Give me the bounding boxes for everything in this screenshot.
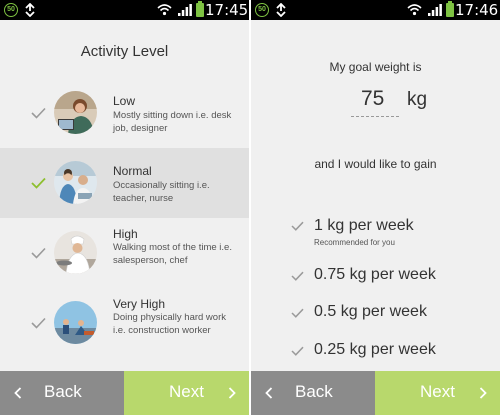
check-icon — [291, 221, 304, 231]
activity-label: High — [113, 227, 138, 241]
avatar — [54, 161, 97, 204]
goal-weight-label: My goal weight is — [329, 60, 422, 74]
activity-description: Mostly sitting down i.e. desk job, desig… — [113, 110, 232, 134]
rate-label: 0.75 kg per week — [314, 266, 436, 283]
activity-option-very-high[interactable]: Very High Doing physically hard work i.e… — [0, 288, 249, 358]
back-label: Back — [44, 382, 82, 401]
goal-weight-unit: kg — [407, 89, 428, 110]
back-button[interactable]: Back — [0, 371, 124, 415]
wifi-icon — [407, 4, 422, 16]
next-label: Next — [169, 382, 204, 401]
back-label: Back — [295, 382, 333, 401]
activity-description: Walking most of the time i.e. salesperso… — [113, 242, 232, 266]
check-icon — [291, 346, 304, 356]
rate-label: 0.25 kg per week — [314, 341, 436, 358]
clock: 17:46 — [455, 1, 499, 19]
check-icon — [31, 107, 46, 119]
activity-description: Occasionally sitting i.e. teacher, nurse — [113, 180, 210, 204]
goal-weight-input[interactable]: 75 — [361, 87, 384, 111]
page-title: Activity Level — [80, 43, 169, 60]
avatar — [54, 231, 97, 274]
avatar — [54, 91, 97, 134]
battery-icon — [446, 1, 454, 17]
chevron-right-icon — [479, 387, 487, 399]
check-icon — [291, 308, 304, 318]
data-saver-icon: 50 — [255, 3, 269, 17]
activity-label: Low — [113, 94, 136, 108]
battery-icon — [196, 1, 204, 17]
activity-option-high[interactable]: High Walking most of the time i.e. sales… — [0, 218, 249, 288]
activity-option-normal[interactable]: Normal Occasionally sitting i.e. teacher… — [0, 148, 249, 218]
wifi-icon — [157, 4, 172, 16]
rate-label: 1 kg per week — [314, 217, 414, 234]
activity-label: Normal — [113, 164, 152, 178]
activity-level-screen: 50 17:45 Activity Level Low Mostly sitti… — [0, 0, 249, 415]
goal-weight-screen: 50 17:46 My goal weight is 75 kg and I w… — [251, 0, 500, 415]
chevron-left-icon — [265, 387, 273, 399]
back-button[interactable]: Back — [251, 371, 375, 415]
check-icon — [291, 271, 304, 281]
chevron-left-icon — [14, 387, 22, 399]
sync-icon — [276, 3, 286, 17]
signal-icon — [178, 4, 192, 16]
status-bar: 50 17:45 — [0, 0, 249, 20]
next-button[interactable]: Next — [124, 371, 249, 415]
next-button[interactable]: Next — [375, 371, 500, 415]
rate-label: 0.5 kg per week — [314, 303, 427, 320]
signal-icon — [428, 4, 442, 16]
sync-icon — [25, 3, 35, 17]
status-bar: 50 17:46 — [251, 0, 500, 20]
data-saver-icon: 50 — [4, 3, 18, 17]
avatar — [54, 301, 97, 344]
activity-label: Very High — [113, 297, 166, 311]
check-icon — [31, 177, 46, 189]
input-underline — [351, 116, 399, 117]
check-icon — [31, 317, 46, 329]
next-label: Next — [420, 382, 455, 401]
activity-description: Doing physically hard work i.e. construc… — [113, 312, 226, 336]
activity-option-low[interactable]: Low Mostly sitting down i.e. desk job, d… — [0, 78, 249, 148]
gain-label: and I would like to gain — [314, 157, 437, 171]
chevron-right-icon — [228, 387, 236, 399]
clock: 17:45 — [205, 1, 249, 19]
check-icon — [31, 247, 46, 259]
recommended-note: Recommended for you — [314, 238, 395, 247]
